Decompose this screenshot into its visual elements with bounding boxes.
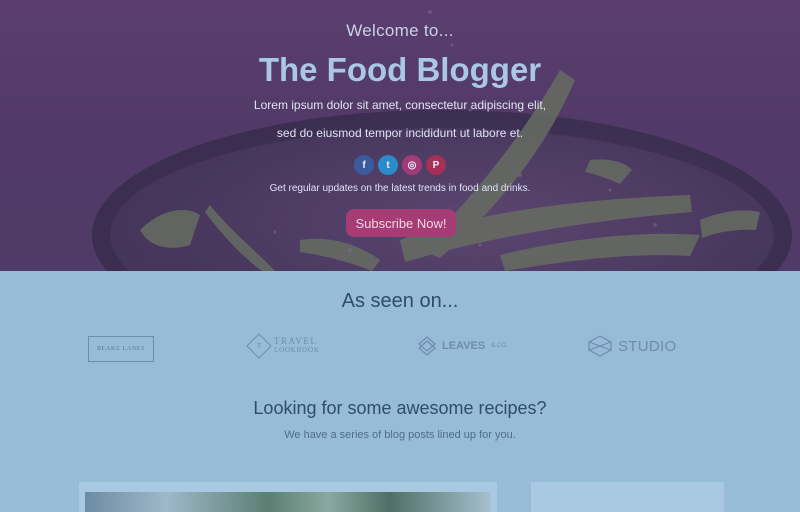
hero-section: Welcome to... The Food Blogger Lorem ips… — [0, 0, 800, 271]
blog-post-image — [85, 492, 491, 512]
blake-lanes-logo: BLAKE LANES — [88, 336, 154, 362]
lookbook-text: LOOKBOOK — [274, 346, 320, 354]
travel-lookbook-text: TRAVEL LOOKBOOK — [274, 337, 320, 355]
welcome-text: Welcome to... — [346, 21, 454, 40]
sidebar-card — [531, 482, 724, 512]
travel-lookbook-logo: T TRAVEL LOOKBOOK — [246, 331, 320, 361]
leaves-text: LEAVES — [442, 340, 486, 352]
recipes-heading: Looking for some awesome recipes? — [253, 398, 547, 418]
studio-text: STUDIO — [618, 337, 677, 355]
studio-cube-icon — [588, 335, 612, 357]
travel-mark-letter: T — [256, 342, 262, 350]
site-title: The Food Blogger — [258, 51, 542, 88]
pinterest-icon[interactable]: P — [426, 155, 446, 175]
social-links: f t ◎ P — [0, 155, 800, 175]
studio-logo: STUDIO — [588, 331, 676, 361]
leaves-co-logo: LEAVES & CO. — [418, 331, 508, 361]
leaves-icon — [418, 336, 436, 356]
blake-lanes-logo-text: BLAKE LANES — [96, 346, 145, 352]
updates-text: Get regular updates on the latest trends… — [269, 183, 531, 194]
facebook-icon[interactable]: f — [354, 155, 374, 175]
leaves-co-text: & CO. — [491, 343, 508, 349]
twitter-icon[interactable]: t — [378, 155, 398, 175]
travel-text: TRAVEL — [274, 336, 318, 346]
instagram-icon[interactable]: ◎ — [402, 155, 422, 175]
hero-content: Welcome to... The Food Blogger Lorem ips… — [0, 0, 800, 271]
recipes-subheading: We have a series of blog posts lined up … — [284, 429, 516, 441]
subscribe-button[interactable]: Subscribe Now! — [346, 209, 456, 237]
hero-description-line2: sed do eiusmod tempor incididunt ut labo… — [276, 126, 524, 140]
hero-description-line1: Lorem ipsum dolor sit amet, consectetur … — [253, 98, 547, 112]
as-seen-on-heading: As seen on... — [341, 290, 459, 312]
blog-post-card[interactable] — [79, 482, 497, 512]
travel-diamond-icon: T — [246, 333, 272, 359]
